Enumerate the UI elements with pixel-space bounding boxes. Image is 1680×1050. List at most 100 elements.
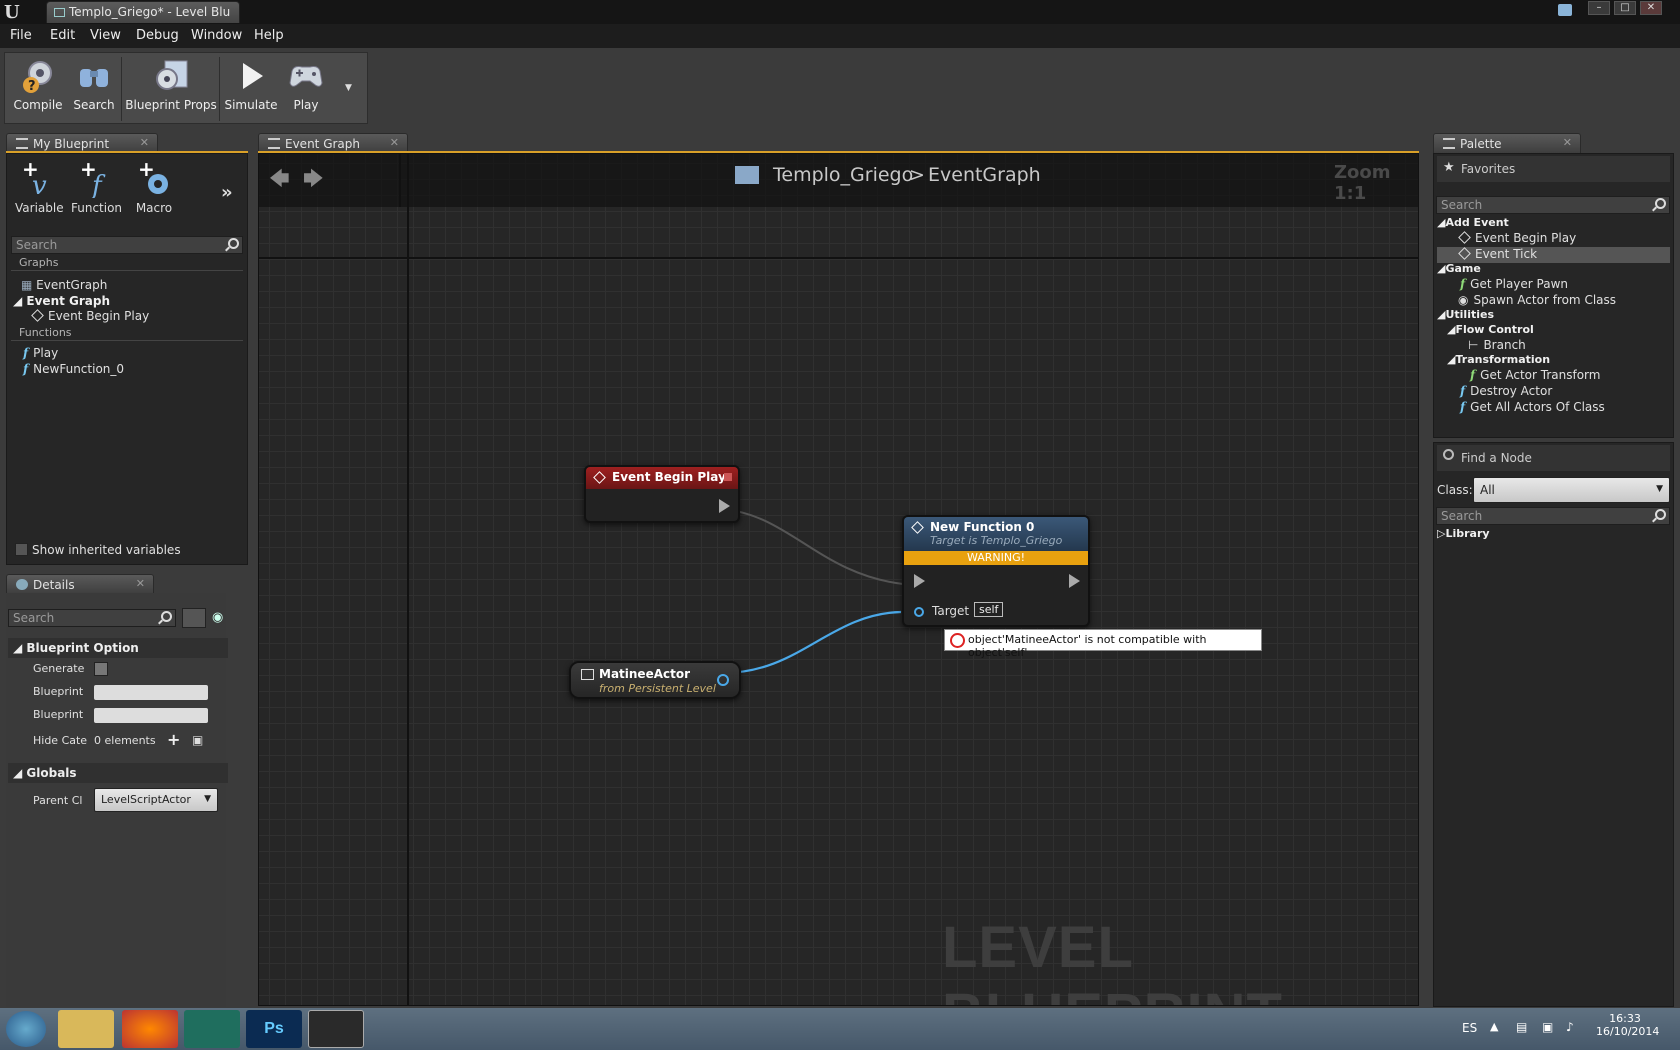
- close-tab-icon[interactable]: ✕: [1563, 136, 1572, 149]
- menu-debug[interactable]: Debug: [136, 28, 179, 43]
- network-icon[interactable]: ▤: [1516, 1020, 1527, 1034]
- document-tab[interactable]: Templo_Griego* - Level Blu: [46, 1, 240, 23]
- class-dropdown[interactable]: All ▼: [1473, 477, 1670, 503]
- close-tab-icon[interactable]: ✕: [136, 577, 145, 590]
- menu-help[interactable]: Help: [254, 28, 284, 43]
- tab-details[interactable]: Details ✕: [6, 574, 154, 594]
- utilities-category[interactable]: ◢Utilities: [1437, 308, 1494, 321]
- signal-icon[interactable]: ▣: [1542, 1020, 1553, 1034]
- clock[interactable]: 16:33 16/10/2014: [1596, 1012, 1659, 1038]
- flow-control-category[interactable]: ◢Flow Control: [1447, 323, 1534, 336]
- object-wire: [720, 610, 902, 675]
- palette-event-begin-play[interactable]: Event Begin Play: [1458, 231, 1576, 245]
- view-options-icon[interactable]: [182, 608, 206, 628]
- game-category[interactable]: ◢Game: [1437, 262, 1481, 275]
- parent-class-label: Parent Cl: [33, 794, 83, 807]
- add-event-category[interactable]: ◢Add Event: [1437, 216, 1509, 229]
- spawn-icon: ◉: [1458, 293, 1469, 307]
- event-graph-category[interactable]: ◢ Event Graph: [13, 294, 110, 308]
- eye-icon[interactable]: ◉: [212, 610, 223, 625]
- blueprint-row2-input[interactable]: [94, 708, 208, 723]
- exec-out-pin[interactable]: [1069, 574, 1080, 588]
- menu-edit[interactable]: Edit: [50, 28, 75, 43]
- show-inherited-toggle[interactable]: Show inherited variables: [15, 543, 181, 557]
- more-chevron-icon[interactable]: »: [221, 182, 233, 203]
- search-button[interactable]: Search: [69, 57, 119, 121]
- simulate-button[interactable]: Simulate: [223, 57, 279, 121]
- unreal-taskbar-icon[interactable]: [308, 1010, 364, 1048]
- add-variable-button[interactable]: + v Variable: [15, 157, 64, 215]
- play-button[interactable]: Play: [283, 57, 329, 121]
- palette-destroy-actor[interactable]: f Destroy Actor: [1460, 384, 1552, 398]
- search-placeholder: Search: [13, 611, 55, 625]
- details-search-input[interactable]: Search: [8, 609, 176, 627]
- show-inherited-checkbox[interactable]: [15, 543, 28, 556]
- palette-get-player-pawn[interactable]: f Get Player Pawn: [1460, 277, 1568, 291]
- palette-get-all-actors[interactable]: f Get All Actors Of Class: [1460, 400, 1605, 414]
- firefox-taskbar-icon[interactable]: [122, 1010, 178, 1048]
- parent-class-dropdown[interactable]: LevelScriptActor ▼: [94, 788, 218, 812]
- graph-canvas[interactable]: 🡄 🡆 Templo_Griego > EventGraph Zoom 1:1 …: [258, 153, 1419, 1006]
- function-diamond-icon: [911, 521, 924, 534]
- tab-my-blueprint[interactable]: My Blueprint ✕: [6, 133, 158, 153]
- globals-header[interactable]: ◢ Globals: [8, 763, 228, 783]
- photoshop-taskbar-icon[interactable]: Ps: [246, 1010, 302, 1048]
- maximize-button[interactable]: □: [1614, 1, 1636, 15]
- compile-button[interactable]: ? Compile: [9, 57, 67, 121]
- close-tab-icon[interactable]: ✕: [390, 136, 399, 149]
- feedback-icon[interactable]: [1558, 4, 1572, 16]
- favorites-header[interactable]: ★ Favorites: [1437, 156, 1670, 182]
- exec-in-pin[interactable]: [914, 574, 925, 588]
- blueprint-row1-input[interactable]: [94, 685, 208, 700]
- close-tab-icon[interactable]: ✕: [140, 136, 149, 149]
- palette-get-actor-transform[interactable]: f Get Actor Transform: [1470, 368, 1600, 382]
- add-element-icon[interactable]: +: [167, 730, 180, 749]
- language-indicator[interactable]: ES: [1462, 1021, 1477, 1035]
- palette-spawn-actor[interactable]: ◉ Spawn Actor from Class: [1458, 293, 1616, 307]
- toolbar: ? Compile Search Blueprint Props Simulat…: [4, 52, 368, 124]
- library-category[interactable]: ▷Library: [1437, 527, 1490, 540]
- max-taskbar-icon[interactable]: [184, 1010, 240, 1048]
- find-node-search-input[interactable]: Search: [1436, 507, 1670, 525]
- add-macro-button[interactable]: + Macro: [131, 157, 177, 215]
- windows-start-icon[interactable]: [6, 1011, 46, 1047]
- menu-file[interactable]: File: [10, 28, 32, 43]
- generate-checkbox[interactable]: [94, 662, 108, 676]
- graph-item-eventgraph[interactable]: ▦ EventGraph: [21, 278, 107, 292]
- palette-branch[interactable]: ⊢ Branch: [1468, 338, 1526, 352]
- target-pin[interactable]: [914, 607, 924, 617]
- close-button[interactable]: ✕: [1640, 1, 1662, 15]
- matinee-actor-node[interactable]: MatineeActor from Persistent Level: [569, 661, 741, 699]
- tab-palette[interactable]: Palette ✕: [1433, 133, 1581, 153]
- function-item-play[interactable]: f Play: [23, 346, 58, 360]
- blueprint-props-button[interactable]: Blueprint Props: [125, 57, 217, 121]
- delete-trash-icon[interactable]: ▣: [192, 733, 203, 747]
- play-options-dropdown-icon[interactable]: ▼: [345, 83, 352, 93]
- minimize-button[interactable]: –: [1588, 1, 1610, 15]
- delegate-pin-icon[interactable]: [724, 473, 732, 481]
- palette-event-tick[interactable]: Event Tick: [1458, 247, 1537, 261]
- event-begin-play-node[interactable]: Event Begin Play: [584, 465, 740, 523]
- function-item-newfunction0[interactable]: f NewFunction_0: [23, 362, 124, 376]
- find-node-panel: Find a Node Class: All ▼ Search ▷Library: [1433, 442, 1674, 1007]
- explorer-taskbar-icon[interactable]: [58, 1010, 114, 1048]
- event-begin-play-item[interactable]: Event Begin Play: [31, 309, 149, 323]
- error-icon: [950, 633, 965, 648]
- new-function-node[interactable]: New Function 0 Target is Templo_Griego WA…: [902, 515, 1090, 627]
- transformation-category[interactable]: ◢Transformation: [1447, 353, 1550, 366]
- menu-view[interactable]: View: [90, 28, 121, 43]
- blueprint-option-header[interactable]: ◢ Blueprint Option: [8, 638, 228, 658]
- menu-window[interactable]: Window: [191, 28, 242, 43]
- event-diamond-icon: [31, 309, 44, 322]
- palette-search-input[interactable]: Search: [1436, 196, 1670, 214]
- my-blueprint-search-input[interactable]: Search: [11, 236, 243, 254]
- tray-arrow-icon[interactable]: ▲: [1490, 1020, 1498, 1033]
- add-function-button[interactable]: + f Function: [71, 157, 123, 215]
- search-icon: [161, 611, 172, 622]
- function-label: Function: [71, 201, 123, 215]
- tab-event-graph[interactable]: Event Graph ✕: [258, 133, 408, 153]
- object-out-pin[interactable]: [717, 674, 729, 686]
- exec-out-pin[interactable]: [719, 499, 730, 513]
- volume-icon[interactable]: ♪: [1566, 1020, 1574, 1034]
- chevron-down-icon: ▼: [1656, 484, 1663, 494]
